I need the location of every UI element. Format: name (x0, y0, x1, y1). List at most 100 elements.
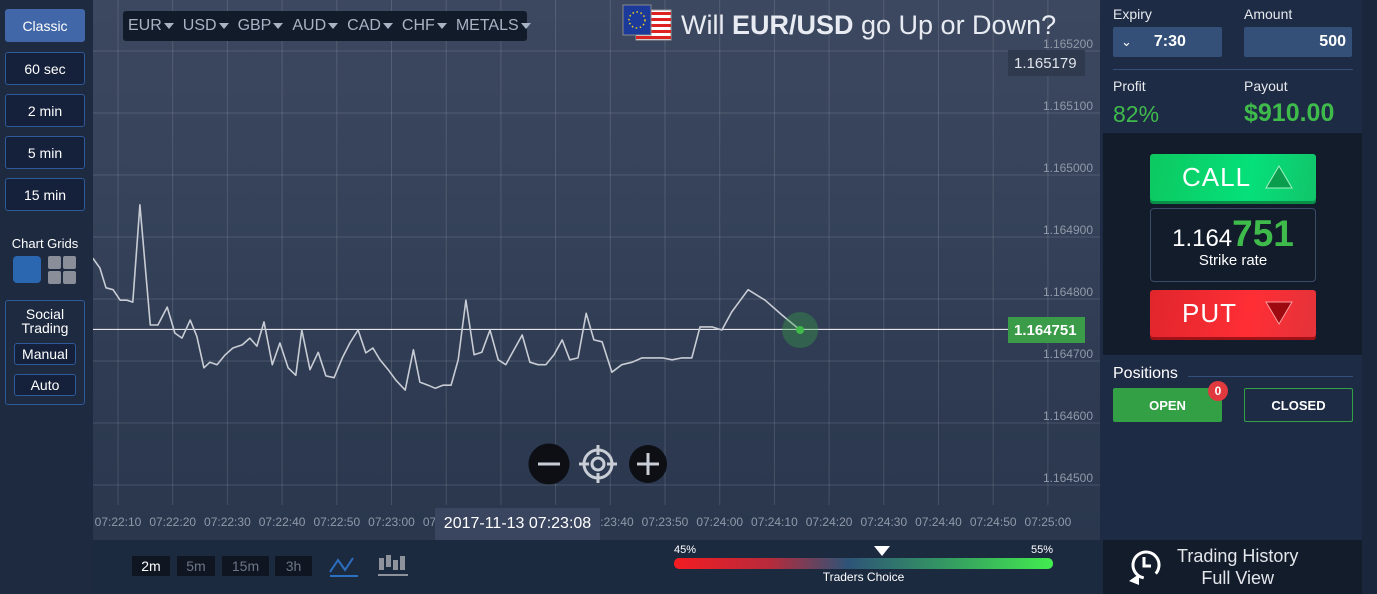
currency-cad-dropdown[interactable]: CAD (347, 17, 393, 35)
positions-label: Positions (1113, 365, 1178, 382)
open-positions-tab[interactable]: OPEN (1113, 388, 1222, 422)
chevron-down-icon (328, 23, 339, 29)
call-button[interactable]: CALL (1150, 154, 1316, 201)
chevron-down-icon (436, 23, 447, 29)
amount-label: Amount (1244, 6, 1293, 22)
x-tick-label: 07:24:30 (860, 515, 907, 529)
duration-15min-button[interactable]: 15 min (5, 178, 85, 211)
chevron-down-icon (218, 23, 229, 29)
high-price-value: 1.165179 (1014, 54, 1077, 72)
duration-2min-button[interactable]: 2 min (5, 94, 85, 127)
y-tick-label: 1.164900 (1043, 223, 1093, 237)
strike-rate-prefix: 1.164 (1172, 225, 1233, 252)
price-chart[interactable]: 07:22:10 07:22:20 07:22:30 07:22:40 07:22:50… (93, 0, 1100, 540)
payout-label: Payout (1244, 78, 1288, 94)
strike-rate-box: 1.164751 Strike rate (1150, 208, 1316, 282)
arrow-down-icon (1265, 301, 1293, 325)
y-tick-label: 1.164600 (1043, 409, 1093, 423)
history-clock-icon (1129, 550, 1161, 585)
y-tick-label: 1.165000 (1043, 161, 1093, 175)
payout-value: $910.00 (1244, 99, 1335, 127)
currency-metals-dropdown[interactable]: METALS (456, 17, 531, 35)
reset-view-button[interactable] (579, 445, 617, 483)
classic-mode-button[interactable]: Classic (5, 9, 85, 42)
x-tick-label: 07:25:00 (1025, 515, 1072, 529)
chevron-down-icon (163, 23, 174, 29)
currency-eur-dropdown[interactable]: EUR (128, 17, 174, 35)
y-tick-label: 1.165100 (1043, 99, 1093, 113)
timeframe-15m[interactable]: 15m (222, 556, 269, 576)
timeframe-5m[interactable]: 5m (177, 556, 215, 576)
y-tick-label: 1.164500 (1043, 471, 1093, 485)
currency-usd-dropdown[interactable]: USD (183, 17, 229, 35)
timeframe-2m[interactable]: 2m (132, 556, 170, 576)
single-grid-icon[interactable] (13, 256, 41, 283)
zoom-controls (528, 443, 667, 485)
sidebar: Classic 60 sec 2 min 5 min 15 min Chart … (0, 0, 93, 594)
x-tick-label: 07:22:40 (259, 515, 306, 529)
question-title: Will EUR/USD go Up or Down? (681, 10, 1057, 40)
x-tick-label: 07:23:00 (368, 515, 415, 529)
duration-60sec-button[interactable]: 60 sec (5, 52, 85, 85)
strike-rate-suffix: 751 (1232, 213, 1294, 254)
timeframe-3h[interactable]: 3h (275, 556, 312, 576)
sentiment-marker-icon (874, 546, 891, 556)
expiry-select[interactable]: ⌄ 7:30 (1113, 27, 1222, 57)
open-count-badge: 0 (1208, 381, 1228, 401)
social-trading-box: Social Trading Manual Auto (5, 300, 85, 405)
x-tick-label: 07:23:50 (642, 515, 689, 529)
auto-button[interactable]: Auto (14, 374, 76, 396)
put-sentiment-pct: 45% (674, 544, 697, 556)
x-tick-label: 07:24:20 (806, 515, 853, 529)
expiry-value: 7:30 (1153, 33, 1186, 50)
divider (1113, 69, 1353, 70)
y-tick-label: 1.164800 (1043, 285, 1093, 299)
asset-pair: EUR/USD (731, 10, 854, 40)
currency-chf-dropdown[interactable]: CHF (402, 17, 447, 35)
hover-time-label: 2017-11-13 07:23:08 (435, 508, 600, 540)
chevron-down-icon (273, 23, 284, 29)
closed-positions-tab[interactable]: CLOSED (1244, 388, 1353, 422)
chevron-down-icon: ⌄ (1121, 34, 1132, 49)
duration-5min-button[interactable]: 5 min (5, 136, 85, 169)
trading-history-button[interactable]: Trading History Full View (1103, 540, 1362, 594)
profit-label: Profit (1113, 78, 1146, 94)
trade-actions: CALL 1.164751 Strike rate PUT (1103, 133, 1362, 355)
call-sentiment-pct: 55% (1031, 544, 1054, 556)
chart-grids-label: Chart Grids (11, 236, 79, 251)
currency-menu: EUR USD GBP AUD CAD CHF METALS (123, 11, 531, 41)
zoom-in-button[interactable] (629, 445, 667, 483)
zoom-out-button[interactable] (528, 443, 570, 485)
currency-gbp-dropdown[interactable]: GBP (238, 17, 284, 35)
traders-choice-bar (674, 558, 1053, 569)
amount-input[interactable]: 500 (1244, 27, 1352, 57)
current-price-tag: 1.164751 (1008, 317, 1085, 343)
traders-choice-label: Traders Choice (822, 570, 905, 584)
arrow-up-icon (1265, 165, 1293, 189)
quad-grid-icon[interactable] (48, 256, 76, 284)
history-title: Trading History (1177, 546, 1299, 566)
x-tick-label: 07:24:40 (915, 515, 962, 529)
scrollbar-track[interactable] (1362, 0, 1377, 594)
put-button[interactable]: PUT (1150, 290, 1316, 337)
line-chart-icon[interactable] (328, 554, 360, 578)
expiry-label: Expiry (1113, 6, 1152, 22)
x-tick-label: 07:22:10 (95, 515, 142, 529)
x-tick-label: 07:24:10 (751, 515, 798, 529)
divider (1188, 376, 1353, 377)
history-subtitle: Full View (1201, 568, 1275, 588)
manual-button[interactable]: Manual (14, 343, 76, 365)
profit-value: 82% (1113, 101, 1160, 127)
y-tick-label: 1.164700 (1043, 347, 1093, 361)
high-price-tag: 1.165179 (1008, 50, 1085, 76)
social-trading-label: Social Trading (21, 306, 69, 336)
candlestick-chart-icon[interactable] (377, 552, 411, 578)
x-tick-label: 07:22:20 (149, 515, 196, 529)
x-tick-label: 07:24:50 (970, 515, 1017, 529)
current-price-value: 1.164751 (1014, 321, 1077, 339)
currency-aud-dropdown[interactable]: AUD (292, 17, 339, 35)
x-tick-label: 07:24:00 (696, 515, 743, 529)
current-price-dot (796, 326, 805, 334)
bottom-toolbar: 2m 5m 15m 3h 45% 55% Traders Choice (93, 540, 1100, 594)
eur-usd-flags-icon (622, 4, 672, 41)
